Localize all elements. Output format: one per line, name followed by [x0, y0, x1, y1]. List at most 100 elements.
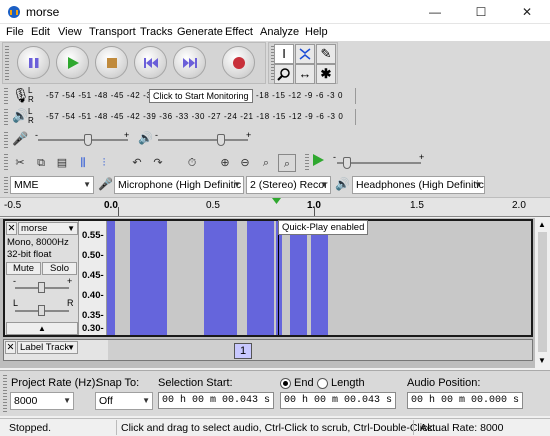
cut-button[interactable]: ✂	[11, 154, 29, 172]
transport-toolbar	[2, 42, 266, 84]
menu-generate[interactable]: Generate	[177, 26, 223, 38]
menu-view[interactable]: View	[58, 26, 82, 38]
selection-end-field[interactable]: 00 h 00 m 00.043 s	[280, 392, 396, 409]
toolbar-grip[interactable]	[4, 88, 8, 104]
meter-right-channel-label: R	[28, 95, 34, 104]
record-button[interactable]	[222, 46, 255, 79]
label-track-area[interactable]	[108, 340, 532, 360]
collapse-track-button[interactable]: ▲	[6, 322, 78, 335]
trim-button[interactable]: ⫼	[74, 154, 92, 172]
timeline-ruler[interactable]: -0.5 0.0 0.5 1.0 1.5 2.0	[0, 197, 550, 217]
label-track-close-button[interactable]: ✕	[5, 341, 16, 354]
paste-button[interactable]: ▤	[53, 154, 71, 172]
menu-tracks[interactable]: Tracks	[140, 26, 173, 38]
stop-button[interactable]	[95, 46, 128, 79]
undo-button[interactable]: ↶	[128, 154, 146, 172]
track-gain-thumb[interactable]	[38, 282, 45, 293]
recording-device-select[interactable]: Microphone (High Definitic ▼	[114, 176, 244, 194]
audio-position-field[interactable]: 00 h 00 m 00.000 s	[407, 392, 523, 409]
envelope-tool-button[interactable]	[295, 44, 315, 64]
track-pan-thumb[interactable]	[38, 305, 45, 316]
waveform-segment	[203, 221, 237, 335]
project-rate-label: Project Rate (Hz):	[11, 377, 99, 389]
redo-button[interactable]: ↷	[149, 154, 167, 172]
selection-toolbar: Project Rate (Hz): 8000 ▼ Snap To: Off ▼ S…	[0, 370, 550, 416]
scroll-down-icon[interactable]: ▼	[538, 356, 546, 365]
skip-to-end-button[interactable]	[173, 46, 206, 79]
playback-device-value: Headphones (High Definitic	[356, 179, 484, 191]
vertical-scale[interactable]: 0.55- 0.50- 0.45- 0.40- 0.35- 0.30-	[79, 221, 107, 335]
solo-button[interactable]: Solo	[42, 262, 77, 275]
ruler-tick	[314, 207, 315, 216]
zoom-in-button[interactable]: ⊕	[216, 154, 234, 172]
playback-speed-thumb[interactable]	[343, 157, 351, 169]
i-beam-icon: I	[282, 46, 286, 61]
pause-button[interactable]	[17, 46, 50, 79]
recording-volume-slider[interactable]	[38, 139, 128, 141]
end-radio[interactable]	[280, 378, 291, 389]
track-format-info: Mono, 8000Hz	[7, 237, 69, 248]
length-radio[interactable]	[317, 378, 328, 389]
snap-to-select[interactable]: Off ▼	[95, 392, 153, 410]
zoom-tool-button[interactable]	[274, 64, 294, 84]
play-at-speed-button[interactable]	[309, 154, 327, 172]
menu-file[interactable]: File	[6, 26, 24, 38]
maximize-button[interactable]: ☐	[458, 0, 504, 24]
recording-channels-select[interactable]: 2 (Stereo) Recor ▼	[246, 176, 331, 194]
mute-button[interactable]: Mute	[6, 262, 41, 275]
minimize-button[interactable]: —	[412, 0, 458, 24]
copy-button[interactable]: ⧉	[32, 154, 50, 172]
scale-label: 0.35-	[82, 310, 104, 321]
playback-meter-toolbar: 🔊 L R -57 -54 -51 -48 -45 -42 -39 -36 -3…	[2, 107, 360, 127]
menu-analyze[interactable]: Analyze	[260, 26, 299, 38]
menu-help[interactable]: Help	[305, 26, 328, 38]
skip-to-start-button[interactable]	[134, 46, 167, 79]
silence-button[interactable]: ⫶	[95, 154, 113, 172]
toolbar-grip[interactable]	[4, 109, 8, 125]
toolbar-grip[interactable]	[4, 154, 8, 172]
play-at-speed-toolbar: - +	[303, 152, 433, 174]
chevron-down-icon: ▼	[63, 396, 71, 405]
menu-effect[interactable]: Effect	[225, 26, 253, 38]
fit-project-button[interactable]: ⌕	[278, 154, 296, 172]
play-button[interactable]	[56, 46, 89, 79]
zoom-out-button[interactable]: ⊖	[236, 154, 254, 172]
vertical-scrollbar[interactable]: ▲ ▼	[535, 218, 550, 368]
waveform-segment	[300, 221, 307, 335]
chevron-down-icon: ▼	[233, 180, 241, 189]
track-label[interactable]: 1	[234, 343, 252, 359]
audio-host-select[interactable]: MME ▼	[10, 176, 94, 194]
multi-tool-button[interactable]: ✱	[316, 64, 336, 84]
speed-max-label: +	[419, 152, 425, 162]
fit-selection-button[interactable]: ⌕	[257, 154, 275, 172]
recording-volume-thumb[interactable]	[84, 134, 92, 146]
playback-meter-bar[interactable]: -57 -54 -51 -48 -45 -42 -39 -36 -33 -30 …	[36, 109, 356, 125]
scrollbar-thumb[interactable]	[538, 232, 547, 352]
draw-tool-button[interactable]: ✎	[316, 44, 336, 64]
track-close-button[interactable]: ✕	[6, 222, 17, 235]
playback-volume-slider[interactable]	[158, 139, 248, 141]
redo-icon: ↷	[153, 157, 163, 169]
collapse-arrow-icon: ▲	[38, 324, 46, 333]
playback-device-select[interactable]: Headphones (High Definitic ▼	[352, 176, 485, 194]
speaker-icon: 🔊	[138, 131, 153, 145]
selection-tool-button[interactable]: I	[274, 44, 294, 64]
menu-transport[interactable]: Transport	[89, 26, 136, 38]
time-shift-tool-button[interactable]: ↔	[295, 64, 315, 84]
playback-volume-thumb[interactable]	[217, 134, 225, 146]
toolbar-grip[interactable]	[3, 375, 7, 413]
close-window-button[interactable]: ✕	[504, 0, 550, 24]
sync-lock-button[interactable]: ⏱	[183, 154, 201, 172]
scroll-up-icon[interactable]: ▲	[538, 220, 546, 229]
meter-right-channel-label: R	[28, 116, 34, 125]
project-rate-select[interactable]: 8000 ▼	[10, 392, 74, 410]
track-menu-button[interactable]: morse ▼	[18, 222, 78, 235]
label-track-menu-button[interactable]: Label Track ▼	[17, 341, 78, 354]
record-icon	[223, 47, 254, 78]
toolbar-grip[interactable]	[4, 177, 8, 193]
toolbar-grip[interactable]	[5, 46, 9, 80]
toolbar-grip[interactable]	[4, 132, 8, 148]
selection-start-field[interactable]: 00 h 00 m 00.043 s	[158, 392, 274, 409]
waveform-display[interactable]	[107, 221, 531, 335]
menu-edit[interactable]: Edit	[31, 26, 50, 38]
